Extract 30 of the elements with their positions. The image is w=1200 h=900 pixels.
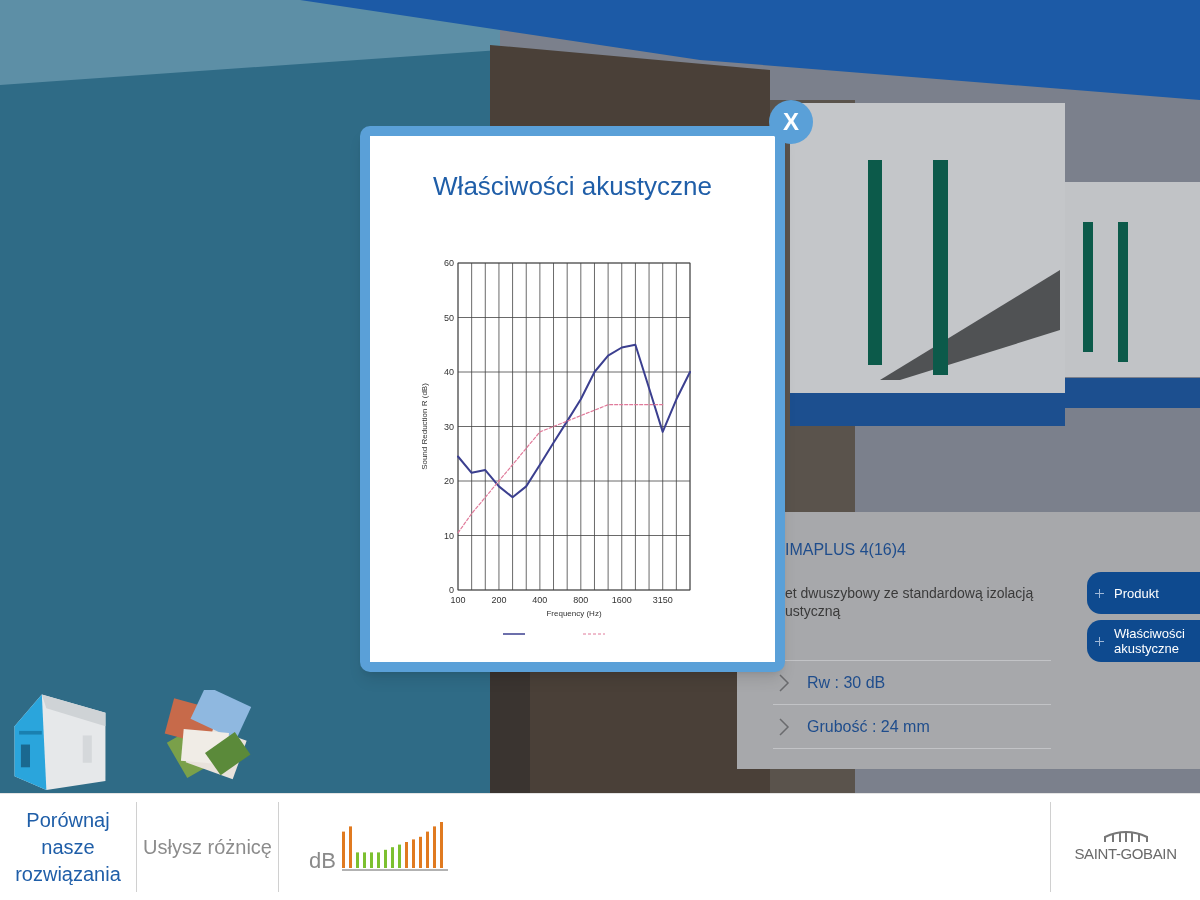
axis-tick-label: 400 <box>531 594 547 605</box>
legend-swatch <box>501 632 526 635</box>
axis-tick-label: 40 <box>443 366 454 377</box>
axis-title: Sound Reduction R (dB) <box>419 382 429 470</box>
menu-item[interactable]: Porównaj nasze rozwiązania <box>0 806 136 888</box>
axis-tick-label: 30 <box>443 421 454 431</box>
axis-tick-label: 20 <box>443 475 454 486</box>
bridge-icon <box>1102 828 1149 843</box>
axis-tick-label: 1600 <box>611 594 632 605</box>
axis-tick-label: 100 <box>450 594 465 605</box>
spec-label: Rw : 30 dB <box>807 672 886 693</box>
axis-tick-label: 60 <box>443 257 454 268</box>
axis-tick-label: 200 <box>490 594 506 605</box>
plus-icon <box>1095 636 1104 646</box>
product-name: IMAPLUS 4(16)4 <box>785 540 907 560</box>
axis-tick-label: 800 <box>572 594 588 605</box>
panel-button[interactable]: Produkt <box>1087 572 1200 614</box>
spec-label: Grubość : 24 mm <box>807 716 930 737</box>
menu-item[interactable]: Usłysz różnicę <box>143 833 272 861</box>
axis-tick-label: 50 <box>443 312 454 322</box>
sound-meter-button[interactable]: dB <box>309 822 448 872</box>
axis-tick-label: 0 <box>448 584 454 595</box>
product-description: et dwuszybowy ze standardową izolacją ustyczną <box>785 584 1035 621</box>
dialog-title: Właściwości akustyczne <box>433 170 712 203</box>
axis-tick-label: 3150 <box>652 594 673 605</box>
panel-button[interactable]: Właściwości akustyczne <box>1087 620 1200 662</box>
axis-tick-label: 10 <box>443 530 454 540</box>
plus-icon <box>1095 588 1104 598</box>
axis-title: Frequency (Hz) <box>545 608 602 618</box>
logo-text: SAINT-GOBAIN <box>1074 843 1177 864</box>
